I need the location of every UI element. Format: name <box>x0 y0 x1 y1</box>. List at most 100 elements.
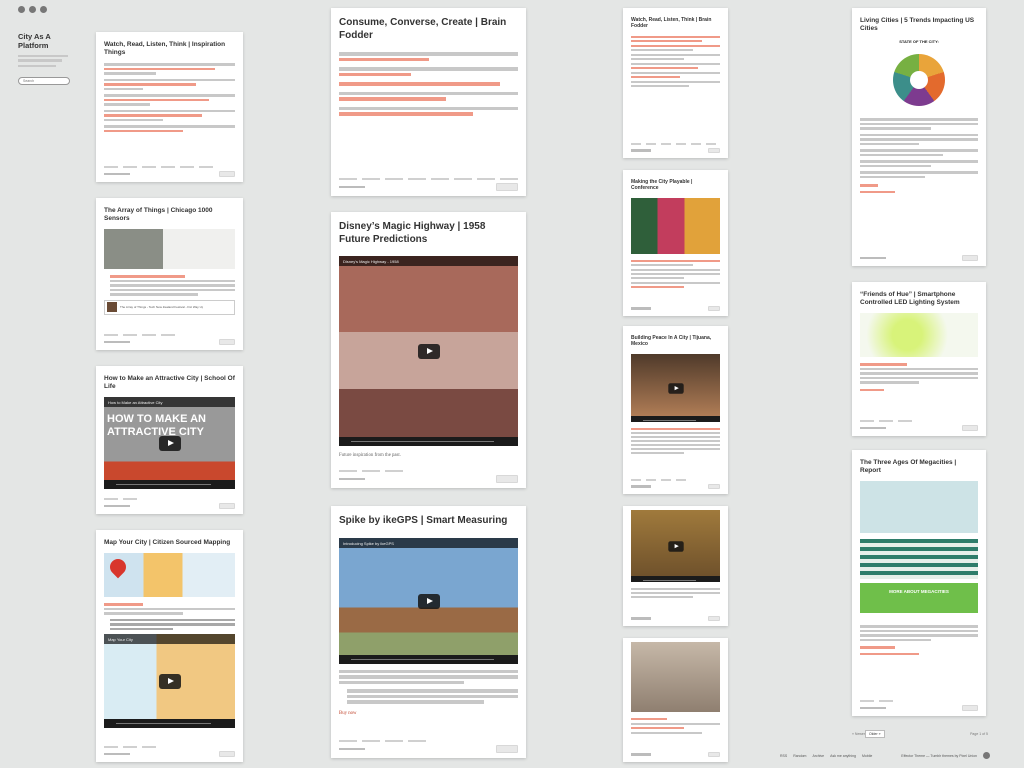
buy-now-link[interactable]: Buy now <box>339 710 518 717</box>
share-button[interactable] <box>708 616 720 621</box>
share-button[interactable] <box>219 503 235 509</box>
post-title[interactable]: “Friends of Hue” | Smartphone Controlled… <box>860 291 978 307</box>
post-body <box>104 275 235 296</box>
post-meta <box>631 616 720 621</box>
post-title[interactable]: The Array of Things | Chicago 1000 Senso… <box>104 207 235 223</box>
play-button[interactable] <box>667 541 684 552</box>
post-card <box>623 638 728 762</box>
share-button[interactable] <box>708 306 720 311</box>
post-card: Living Cities | 5 Trends Impacting US Ci… <box>852 8 986 266</box>
share-button[interactable] <box>708 484 720 489</box>
post-meta <box>860 255 978 261</box>
share-button[interactable] <box>496 475 518 483</box>
post-time[interactable] <box>104 340 130 344</box>
video-controls[interactable] <box>339 437 518 446</box>
post-image <box>104 229 235 270</box>
theme-credit[interactable]: Effector Theme — Tumblr themes by Pixel … <box>901 754 977 758</box>
post-title[interactable]: Building Peace In A City | Tijuana, Mexi… <box>631 335 720 348</box>
post-time[interactable] <box>339 747 365 751</box>
site-title[interactable]: City As A Platform <box>18 32 82 51</box>
share-button[interactable] <box>962 705 978 711</box>
play-button[interactable] <box>667 382 684 394</box>
audio-player[interactable]: The Array of Things - Tech New Zealand F… <box>104 299 235 315</box>
post-time[interactable] <box>104 752 130 756</box>
help-icon[interactable] <box>40 6 47 13</box>
post-tags <box>339 740 518 742</box>
video-controls[interactable] <box>339 654 518 664</box>
post-card: Spike by ikeGPS | Smart Measuring Introd… <box>331 506 526 758</box>
post-time[interactable] <box>631 617 651 620</box>
post-title[interactable]: Spike by ikeGPS | Smart Measuring <box>339 515 518 528</box>
post-title[interactable]: Map Your City | Citizen Sourced Mapping <box>104 539 235 547</box>
video-controls[interactable] <box>631 576 720 582</box>
image-title: STATE OF THE CITY: <box>899 39 939 45</box>
post-title[interactable]: Making the City Playable | Conference <box>631 179 720 192</box>
post-title[interactable]: Living Cities | 5 Trends Impacting US Ci… <box>860 17 978 33</box>
post-title[interactable]: Watch, Read, Listen, Think | Brain Fodde… <box>631 17 720 30</box>
post-title[interactable]: How to Make an Attractive City | School … <box>104 375 235 391</box>
post-title[interactable]: Disney’s Magic Highway | 1958 Future Pre… <box>339 221 518 246</box>
post-body <box>631 588 720 598</box>
video-player[interactable]: Disney's Magic Highway - 1958 <box>339 256 518 446</box>
search-input[interactable] <box>18 77 70 86</box>
post-meta <box>631 752 720 757</box>
report-banner: MORE ABOUT MEGACITIES <box>860 583 978 614</box>
share-button[interactable] <box>962 425 978 431</box>
older-link[interactable]: Older » <box>865 730 885 738</box>
top-icons <box>18 6 47 13</box>
post-time[interactable] <box>631 149 651 152</box>
post-meta <box>631 479 720 489</box>
share-button[interactable] <box>708 752 720 757</box>
post-title[interactable]: Watch, Read, Listen, Think | Inspiration… <box>104 41 235 57</box>
footer-link-random[interactable]: Random <box>793 754 806 758</box>
audio-thumb <box>107 302 117 313</box>
post-time[interactable] <box>339 477 365 481</box>
video-overlay-text: HOW TO MAKE AN ATTRACTIVE CITY <box>107 413 206 438</box>
share-button[interactable] <box>219 339 235 345</box>
play-button[interactable] <box>417 593 440 609</box>
page-count: Page 1 of 5 <box>970 732 988 736</box>
video-title-bar: Disney's Magic Highway - 1958 <box>339 256 518 266</box>
post-time[interactable] <box>631 753 651 756</box>
share-button[interactable] <box>496 183 518 191</box>
play-button[interactable] <box>417 344 440 359</box>
post-time[interactable] <box>104 172 130 176</box>
footer-link-archive[interactable]: Archive <box>812 754 824 758</box>
video-controls[interactable] <box>631 415 720 422</box>
post-time[interactable] <box>104 504 130 508</box>
play-button[interactable] <box>158 436 181 452</box>
post-title[interactable]: The Three Ages Of Megacities | Report <box>860 459 978 475</box>
post-time[interactable] <box>860 706 886 710</box>
post-time[interactable] <box>860 256 886 260</box>
footer-link-ask[interactable]: Ask me anything <box>830 754 856 758</box>
rss-icon[interactable] <box>29 6 36 13</box>
post-image <box>104 553 235 598</box>
post-image <box>631 197 720 254</box>
video-player[interactable]: Introducing Spike by ikeGPS <box>339 537 518 664</box>
info-icon[interactable] <box>18 6 25 13</box>
post-card: How to Make an Attractive City | School … <box>96 366 243 514</box>
share-button[interactable] <box>708 148 720 153</box>
share-button[interactable] <box>219 171 235 177</box>
share-button[interactable] <box>962 255 978 261</box>
video-player[interactable] <box>631 353 720 422</box>
footer-link-rss[interactable]: RSS <box>780 754 787 758</box>
newer-link[interactable]: « Newer <box>852 732 865 736</box>
video-controls[interactable] <box>104 719 235 729</box>
video-player[interactable] <box>631 510 720 582</box>
post-body <box>104 63 235 133</box>
post-time[interactable] <box>631 485 651 488</box>
share-button[interactable] <box>219 751 235 757</box>
post-time[interactable] <box>339 185 365 189</box>
theme-logo-icon[interactable] <box>983 752 990 759</box>
footer-link-mobile[interactable]: Mobile <box>862 754 872 758</box>
share-button[interactable] <box>496 745 518 753</box>
video-controls[interactable] <box>104 480 235 490</box>
post-time[interactable] <box>860 426 886 430</box>
post-time[interactable] <box>631 307 651 310</box>
play-button[interactable] <box>158 674 181 690</box>
video-player[interactable]: Map Your City <box>104 634 235 729</box>
post-title[interactable]: Consume, Converse, Create | Brain Fodder <box>339 17 518 42</box>
video-player[interactable]: How to Make an Attractive City HOW TO MA… <box>104 397 235 490</box>
post-tags <box>104 746 235 748</box>
